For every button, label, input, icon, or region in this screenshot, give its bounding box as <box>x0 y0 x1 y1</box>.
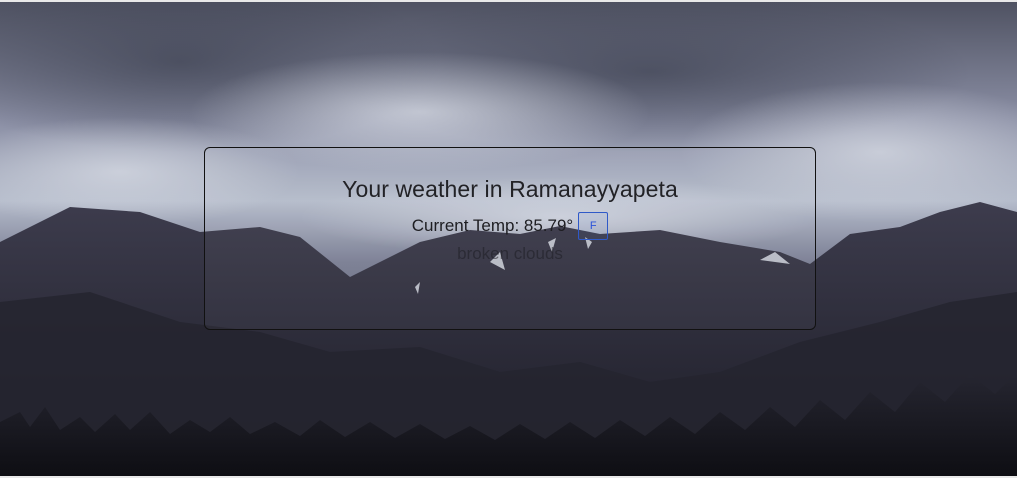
current-temp-row: Current Temp: 85.79° F <box>205 212 815 240</box>
weather-card: Your weather in Ramanayyapeta Current Te… <box>204 147 816 330</box>
temp-unit-toggle-button[interactable]: F <box>578 212 609 240</box>
weather-title: Your weather in Ramanayyapeta <box>342 176 678 202</box>
weather-condition: broken clouds <box>457 244 563 263</box>
current-temp-label: Current Temp: 85.79° <box>411 216 574 235</box>
